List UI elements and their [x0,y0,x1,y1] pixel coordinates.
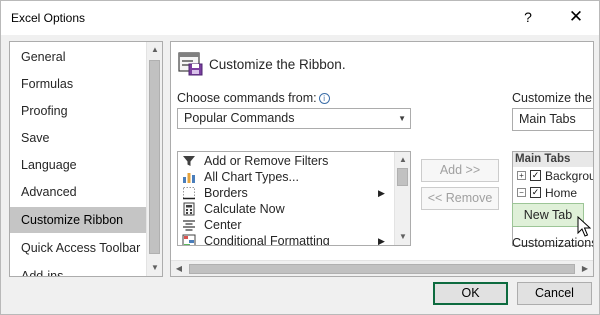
center-align-icon [183,220,195,231]
list-item-label: Calculate Now [204,202,285,216]
customizations-label: Customizations [512,236,594,250]
sidebar-item-advanced[interactable]: Advanced [10,179,146,205]
scroll-right-icon[interactable]: ▶ [577,261,593,276]
calculator-icon [183,202,195,216]
horizontal-scrollbar[interactable]: ◀ ▶ [171,260,593,276]
submenu-arrow-icon: ▶ [378,188,385,198]
window-title: Excel Options [11,11,86,25]
checkbox-checked-icon[interactable]: ✓ [530,187,541,198]
sidebar-item-customize-ribbon[interactable]: Customize Ribbon [10,207,146,233]
borders-icon [183,187,195,200]
collapse-icon[interactable]: − [517,188,526,197]
list-item-label: Borders [204,186,248,200]
customize-ribbon-panel: Customize the Ribbon. Choose commands fr… [170,41,594,277]
close-button[interactable]: ✕ [563,5,589,29]
submenu-arrow-icon: ▶ [378,236,385,246]
list-item[interactable]: Conditional Formatting ▶ [178,233,394,246]
choose-commands-label: Choose commands from: i [177,91,330,105]
sidebar-scroll-thumb[interactable] [149,60,160,254]
list-item-label: Center [204,218,242,232]
checkbox-checked-icon[interactable]: ✓ [530,170,541,181]
chart-icon [183,173,195,183]
help-button[interactable]: ? [517,6,539,28]
list-item[interactable]: Calculate Now [178,201,394,217]
cancel-button[interactable]: Cancel [517,282,592,305]
new-tab-button[interactable]: New Tab [512,203,584,227]
commands-scrollbar[interactable]: ▲ ▼ [394,152,410,245]
info-icon[interactable]: i [318,93,330,104]
sidebar-item-add-ins[interactable]: Add-ins [10,263,146,276]
scroll-up-icon[interactable]: ▲ [147,42,162,58]
list-item-label: Conditional Formatting [204,234,330,246]
tree-item-label: Home [545,186,578,200]
commands-scroll-thumb[interactable] [397,168,408,186]
customize-ribbon-dropdown[interactable]: Main Tabs [512,108,593,131]
title-bar: Excel Options ? ✕ [1,1,599,35]
section-title: Customize the Ribbon. [209,57,346,72]
list-item[interactable]: Center [178,217,394,233]
sidebar-item-save[interactable]: Save [10,125,146,151]
sidebar-item-quick-access-toolbar[interactable]: Quick Access Toolbar [10,235,146,261]
filter-icon [183,156,195,166]
commands-list[interactable]: Add or Remove Filters All Chart Types...… [177,151,411,246]
customize-ribbon-label: Customize the [512,91,592,105]
choose-commands-value: Popular Commands [184,111,295,125]
mouse-pointer-icon [577,216,591,237]
list-item[interactable]: All Chart Types... [178,169,394,185]
sidebar-item-proofing[interactable]: Proofing [10,98,146,124]
sidebar-item-language[interactable]: Language [10,152,146,178]
conditional-formatting-icon [182,234,196,245]
add-button[interactable]: Add >> [421,159,499,182]
customize-ribbon-icon [178,52,203,76]
scroll-down-icon[interactable]: ▼ [395,229,410,245]
expand-icon[interactable]: + [517,171,526,180]
customize-ribbon-value: Main Tabs [519,112,576,126]
ok-button[interactable]: OK [433,282,508,305]
horizontal-scroll-thumb[interactable] [189,264,575,274]
choose-commands-dropdown[interactable]: Popular Commands ▼ [177,108,411,129]
tree-item-label: Backgrou [545,169,594,183]
excel-options-dialog: Excel Options ? ✕ General Formulas Proof… [0,0,600,315]
tree-header: Main Tabs [513,152,593,167]
list-item[interactable]: Add or Remove Filters [178,153,394,169]
list-item-label: All Chart Types... [204,170,299,184]
list-item-label: Add or Remove Filters [204,154,329,168]
sidebar-scrollbar[interactable]: ▲ ▼ [146,42,162,276]
scroll-up-icon[interactable]: ▲ [395,152,410,168]
scroll-down-icon[interactable]: ▼ [147,260,162,276]
options-sidebar: General Formulas Proofing Save Language … [9,41,163,277]
remove-button[interactable]: << Remove [421,187,499,210]
sidebar-item-general[interactable]: General [10,44,146,70]
chevron-down-icon: ▼ [398,114,406,123]
sidebar-item-formulas[interactable]: Formulas [10,71,146,97]
list-item[interactable]: Borders ▶ [178,185,394,201]
scroll-left-icon[interactable]: ◀ [171,261,187,276]
